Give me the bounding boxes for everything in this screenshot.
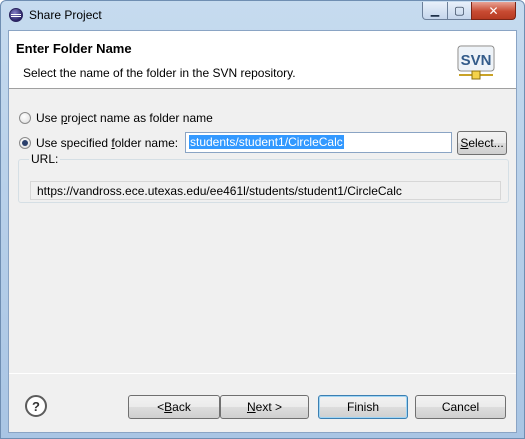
next-button[interactable]: Next > [220, 395, 309, 419]
help-icon[interactable]: ? [25, 395, 47, 417]
select-button[interactable]: Select... [457, 131, 507, 155]
dialog-window: Share Project ▁ ▢ ✕ Enter Folder Name Se… [0, 0, 525, 439]
option-specified-name[interactable]: Use specified folder name: [19, 136, 178, 150]
url-group: URL: https://vandross.ece.utexas.edu/ee4… [18, 152, 509, 203]
back-button[interactable]: < Back [128, 395, 220, 419]
close-button[interactable]: ✕ [471, 2, 516, 20]
folder-name-value: students/student1/CircleCalc [189, 135, 344, 149]
minimize-button[interactable]: ▁ [422, 2, 448, 20]
svn-logo-text: SVN [461, 52, 492, 69]
eclipse-app-icon [9, 8, 23, 22]
wizard-header: Enter Folder Name Select the name of the… [9, 31, 516, 89]
url-label: URL: [29, 152, 61, 166]
project-name-label[interactable]: Use project name as folder name [36, 111, 213, 125]
cancel-button[interactable]: Cancel [415, 395, 506, 419]
dialog-client-area: Enter Folder Name Select the name of the… [8, 30, 517, 433]
title-bar[interactable]: Share Project ▁ ▢ ✕ [1, 1, 524, 29]
url-field: https://vandross.ece.utexas.edu/ee461l/s… [30, 181, 501, 200]
folder-name-input[interactable]: students/student1/CircleCalc [185, 132, 452, 153]
specified-name-radio[interactable] [19, 137, 31, 149]
footer-separator [9, 373, 516, 374]
maximize-button[interactable]: ▢ [447, 2, 472, 20]
page-description: Select the name of the folder in the SVN… [23, 66, 296, 80]
window-title: Share Project [29, 8, 102, 22]
specified-name-label[interactable]: Use specified folder name: [36, 136, 178, 150]
option-project-name[interactable]: Use project name as folder name [19, 111, 213, 125]
finish-button[interactable]: Finish [318, 395, 408, 419]
page-title: Enter Folder Name [16, 41, 132, 56]
project-name-radio[interactable] [19, 112, 31, 124]
svn-logo-icon: SVN [457, 45, 495, 80]
